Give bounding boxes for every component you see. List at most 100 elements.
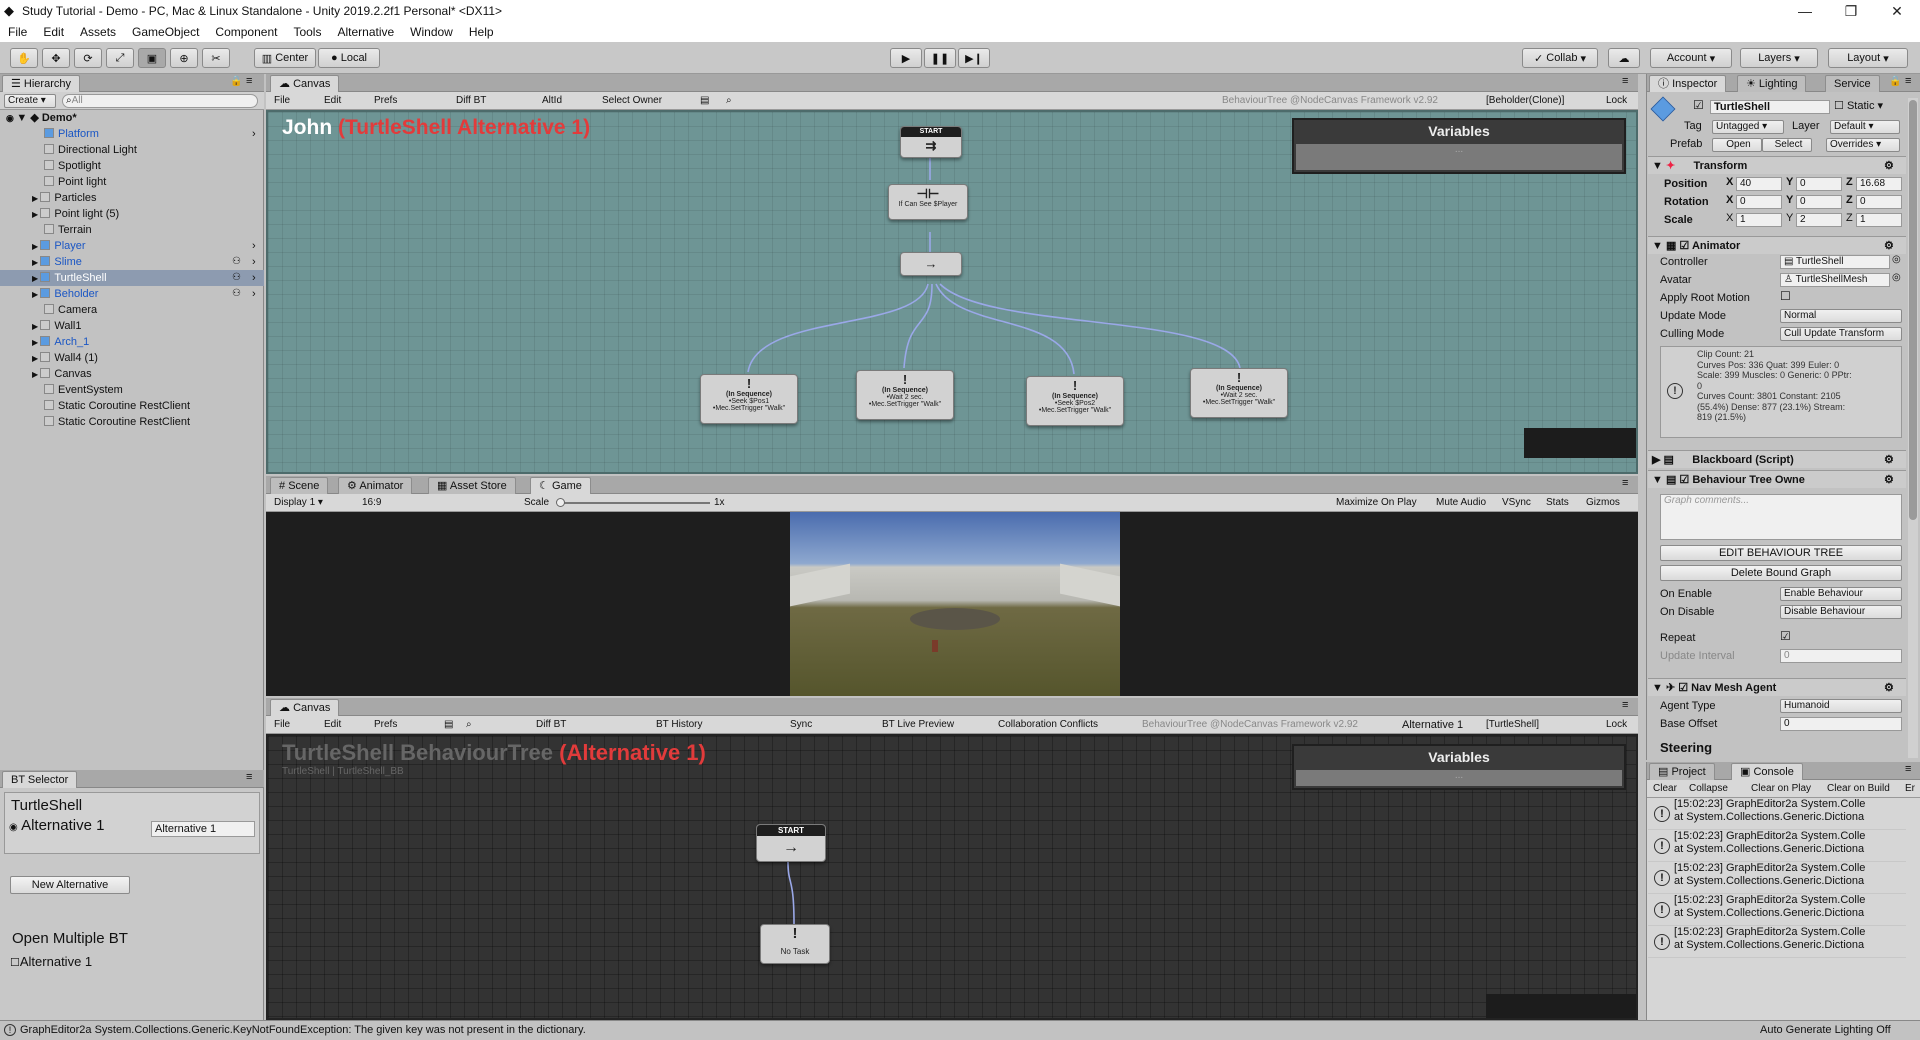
bt-live-preview-button[interactable]: BT Live Preview — [882, 718, 954, 732]
diff-bt-button[interactable]: Diff BT — [536, 718, 566, 732]
canvas-top-graph[interactable]: John (TurtleShell Alternative 1) Variabl… — [266, 110, 1638, 474]
minimize-icon[interactable]: — — [1782, 0, 1828, 22]
hierarchy-item-restclient[interactable]: Static Coroutine RestClient — [0, 398, 264, 414]
tag-dropdown[interactable]: Untagged ▾ — [1712, 120, 1784, 134]
hierarchy-item-spotlight[interactable]: Spotlight — [0, 158, 264, 174]
delete-bound-graph-button[interactable]: Delete Bound Graph — [1660, 565, 1902, 581]
lock-button[interactable]: Lock — [1606, 94, 1627, 108]
rotation-y-input[interactable]: 0 — [1796, 195, 1842, 209]
display-dropdown[interactable]: Display 1 ▾ — [274, 496, 323, 510]
animator-header[interactable]: ▼ ▦ ☑ Animator ⚙ — [1648, 236, 1906, 254]
object-picker-icon[interactable]: ◎ — [1892, 254, 1901, 265]
position-x-input[interactable]: 40 — [1736, 177, 1782, 191]
panel-menu-icon[interactable]: ≡ — [1622, 75, 1628, 87]
menu-gameobject[interactable]: GameObject — [124, 25, 207, 39]
collab-dropdown[interactable]: ✓ Collab ▾ — [1522, 48, 1598, 68]
tab-canvas-top[interactable]: ☁ Canvas — [270, 75, 340, 92]
transform-tool-icon[interactable]: ⊕ — [170, 48, 198, 68]
action-node-1[interactable]: ! (In Sequence) •Seek $Pos1 •Mec.SetTrig… — [700, 374, 798, 424]
clear-button[interactable]: Clear — [1653, 782, 1677, 796]
rotate-tool-icon[interactable]: ⟳ — [74, 48, 102, 68]
menu-help[interactable]: Help — [461, 25, 502, 39]
error-pause-toggle[interactable]: Er — [1905, 782, 1915, 796]
menu-window[interactable]: Window — [402, 25, 461, 39]
console-entry[interactable]: ! [15:02:23] GraphEditor2a System.Colle at… — [1648, 926, 1906, 958]
behaviour-tree-owner-header[interactable]: ▼ ▤ ☑ Behaviour Tree Owne ⚙ — [1648, 470, 1906, 488]
panel-menu-icon[interactable]: ≡ — [1622, 477, 1628, 489]
panel-menu-icon[interactable]: ≡ — [1905, 763, 1911, 775]
panel-menu-icon[interactable]: ≡ — [1622, 699, 1628, 711]
lock-button[interactable]: Lock — [1606, 718, 1627, 732]
component-settings-icon[interactable]: ⚙ — [1884, 679, 1894, 697]
hierarchy-item-directional-light[interactable]: Directional Light — [0, 142, 264, 158]
stats-toggle[interactable]: Stats — [1546, 496, 1569, 510]
pause-button[interactable]: ❚❚ — [924, 48, 956, 68]
tab-asset-store[interactable]: ▦ Asset Store — [428, 477, 516, 494]
static-checkbox[interactable]: ☐ Static ▾ — [1834, 99, 1883, 112]
prefab-open-button[interactable]: Open — [1712, 138, 1762, 152]
hierarchy-item-eventsystem[interactable]: EventSystem — [0, 382, 264, 398]
close-icon[interactable]: ✕ — [1874, 0, 1920, 22]
component-settings-icon[interactable]: ⚙ — [1884, 471, 1894, 489]
sequencer-node[interactable]: → — [900, 252, 962, 276]
prefs-menu[interactable]: Prefs — [374, 718, 397, 732]
agent-type-dropdown[interactable]: Humanoid — [1780, 699, 1902, 713]
game-render[interactable] — [790, 512, 1120, 696]
tab-lighting[interactable]: ☀ Lighting — [1737, 75, 1807, 92]
blackboard-header[interactable]: ▶ ▤ Blackboard (Script) ⚙ — [1648, 450, 1906, 468]
create-dropdown[interactable]: Create ▾ — [4, 94, 56, 108]
tab-game[interactable]: ☾ Game — [530, 477, 591, 494]
hierarchy-item-beholder[interactable]: ▶ Beholder ⚇ › — [0, 286, 264, 302]
condition-node[interactable]: ⊣⊢ If Can See $Player — [888, 184, 968, 220]
lock-icon[interactable]: 🔒 — [1889, 76, 1901, 87]
tab-animator[interactable]: ⚙ Animator — [338, 477, 413, 494]
hierarchy-item-canvas[interactable]: ▶ Canvas — [0, 366, 264, 382]
panel-menu-icon[interactable]: ≡ — [246, 771, 252, 783]
minimap[interactable] — [1524, 428, 1636, 458]
new-alternative-button[interactable]: New Alternative — [10, 876, 130, 894]
enabled-checkbox[interactable]: ☑ — [1679, 240, 1689, 252]
rotation-x-input[interactable]: 0 — [1736, 195, 1782, 209]
menu-edit[interactable]: Edit — [35, 25, 72, 39]
repeat-checkbox[interactable]: ☑ — [1780, 629, 1791, 643]
on-enable-dropdown[interactable]: Enable Behaviour — [1780, 587, 1902, 601]
hierarchy-item-point-light-5[interactable]: ▶ Point light (5) — [0, 206, 264, 222]
panel-menu-icon[interactable]: ≡ — [246, 75, 252, 87]
culling-mode-dropdown[interactable]: Cull Update Transform — [1780, 327, 1902, 341]
hierarchy-item-point-light[interactable]: Point light — [0, 174, 264, 190]
open-alternative-checkbox[interactable]: ☐Alternative 1 — [10, 954, 92, 969]
altid-button[interactable]: AltId — [542, 94, 562, 108]
owner-dropdown[interactable]: [TurtleShell] — [1486, 718, 1539, 732]
tab-hierarchy[interactable]: ☰ Hierarchy — [2, 75, 80, 92]
inspector-scrollbar[interactable] — [1908, 98, 1918, 758]
scale-slider-thumb[interactable] — [556, 498, 565, 507]
tab-inspector[interactable]: ⓘ Inspector — [1649, 75, 1727, 92]
avatar-field[interactable]: ♙ TurtleShellMesh — [1780, 273, 1890, 287]
start-node[interactable]: START → — [756, 824, 826, 862]
scale-x-input[interactable]: 1 — [1736, 213, 1782, 227]
no-task-node[interactable]: ! No Task — [760, 924, 830, 964]
custom-tool-icon[interactable]: ✂ — [202, 48, 230, 68]
enabled-checkbox[interactable]: ☑ — [1678, 682, 1688, 694]
action-node-2[interactable]: ! (In Sequence) •Wait 2 sec. •Mec.SetTri… — [856, 370, 954, 420]
play-button[interactable]: ▶ — [890, 48, 922, 68]
start-node[interactable]: START ⇉ — [900, 126, 962, 158]
transform-header[interactable]: ▼ ✦ Transform ⚙ — [1648, 156, 1906, 174]
owner-dropdown[interactable]: [Beholder(Clone)] — [1486, 94, 1564, 108]
scale-y-input[interactable]: 2 — [1796, 213, 1842, 227]
cloud-button[interactable]: ☁ — [1608, 48, 1640, 68]
pivot-local-button[interactable]: ● Local — [318, 48, 380, 68]
hierarchy-item-wall1[interactable]: ▶ Wall1 — [0, 318, 264, 334]
tab-service[interactable]: Service — [1825, 75, 1880, 92]
tab-console[interactable]: ▣ Console — [1731, 763, 1803, 780]
prefab-select-button[interactable]: Select — [1762, 138, 1812, 152]
menu-alternative[interactable]: Alternative — [329, 25, 402, 39]
object-picker-icon[interactable]: ◎ — [1892, 272, 1901, 283]
enabled-checkbox[interactable]: ☑ — [1679, 474, 1689, 486]
hierarchy-item-turtleshell[interactable]: ▶ TurtleShell ⚇ › — [0, 270, 264, 286]
prefab-overrides-dropdown[interactable]: Overrides ▾ — [1826, 138, 1900, 152]
clear-on-play-toggle[interactable]: Clear on Play — [1751, 782, 1811, 796]
layer-dropdown[interactable]: Default ▾ — [1830, 120, 1900, 134]
layers-dropdown[interactable]: Layers ▾ — [1740, 48, 1818, 68]
gizmos-dropdown[interactable]: Gizmos — [1586, 496, 1620, 510]
